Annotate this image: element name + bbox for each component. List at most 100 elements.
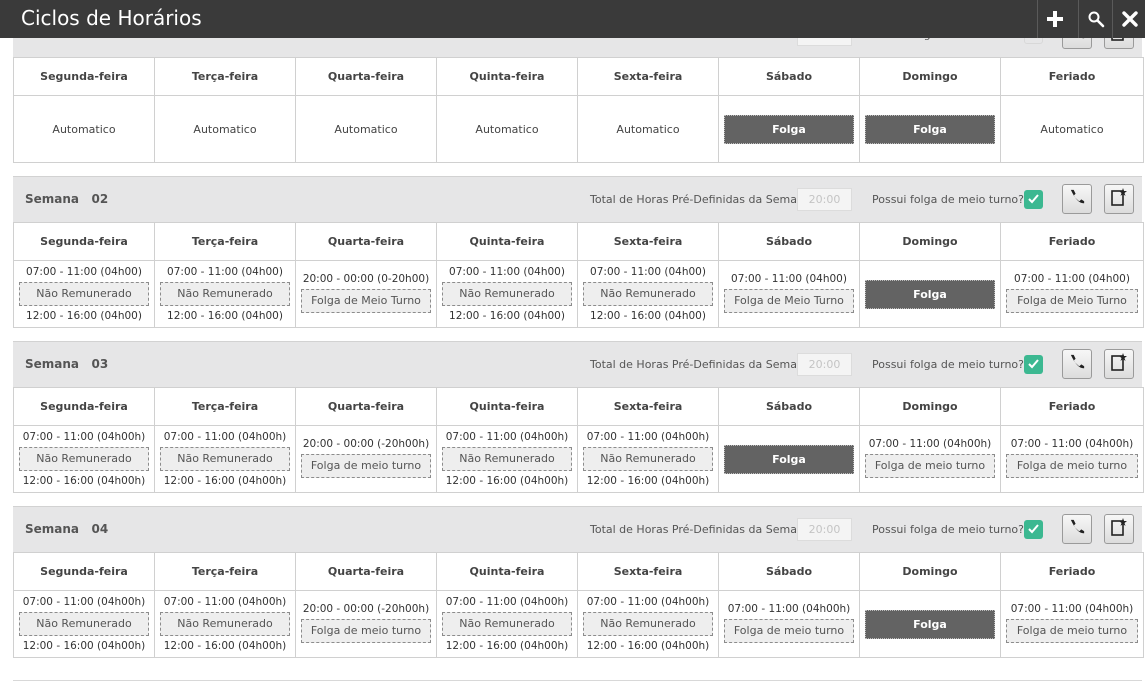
day-cell[interactable]: 07:00 - 11:00 (04h00) Não Remunerado 12:00… [577, 260, 719, 328]
new-document-button[interactable] [1104, 184, 1134, 214]
app-window: Ciclos de Horários Semana 01Total de Hor… [0, 0, 1145, 682]
folga-meio-turno-button[interactable]: Folga de meio turno [301, 619, 431, 643]
title-bar: Ciclos de Horários [0, 0, 1145, 38]
time-range-top: 07:00 - 11:00 (04h00h) [22, 596, 146, 608]
total-hours-input[interactable]: 20:00 [797, 188, 852, 211]
phone-button[interactable] [1062, 349, 1092, 379]
day-cell[interactable]: Automatico [1000, 95, 1144, 163]
new-document-icon [1109, 187, 1129, 211]
day-header: Quarta-feira [295, 57, 437, 96]
folga-meio-turno-button[interactable]: Folga de meio turno [724, 619, 854, 643]
day-cell[interactable]: 07:00 - 11:00 (04h00) Folga de Meio Turno [1000, 260, 1144, 328]
day-header: Quinta-feira [436, 222, 578, 261]
folga-meio-turno-checkbox[interactable] [1024, 355, 1043, 374]
folga-meio-turno-button[interactable]: Folga de Meio Turno [1006, 289, 1138, 313]
day-cell[interactable]: Automatico [13, 95, 155, 163]
day-cell[interactable]: 07:00 - 11:00 (04h00h) Folga de meio turn… [718, 590, 860, 658]
nao-remunerado-button[interactable]: Não Remunerado [19, 612, 149, 636]
day-cell[interactable]: Folga [718, 425, 860, 493]
day-cell[interactable]: 07:00 - 11:00 (04h00h) Não Remunerado 12:0… [436, 590, 578, 658]
folga-meio-turno-button[interactable]: Folga de meio turno [865, 454, 995, 478]
new-document-button[interactable] [1104, 349, 1134, 379]
nao-remunerado-button[interactable]: Não Remunerado [442, 447, 572, 471]
time-range-bottom: 12:00 - 16:00 (04h00h) [586, 640, 710, 652]
day-cell[interactable]: 20:00 - 00:00 (-20h00h) Folga de meio tur… [295, 425, 437, 493]
day-cell[interactable]: Folga [859, 260, 1001, 328]
nao-remunerado-button[interactable]: Não Remunerado [19, 447, 149, 471]
day-cell[interactable]: Automatico [436, 95, 578, 163]
time-range-bottom: 12:00 - 16:00 (04h00h) [163, 640, 287, 652]
schedule-row: 07:00 - 11:00 (04h00) Não Remunerado 12:00… [13, 260, 1144, 328]
folga-meio-turno-checkbox[interactable] [1024, 520, 1043, 539]
day-cell[interactable]: 07:00 - 11:00 (04h00) Folga de Meio Turno [718, 260, 860, 328]
day-cell[interactable]: 07:00 - 11:00 (04h00h) Não Remunerado 12:0… [577, 425, 719, 493]
folga-button[interactable]: Folga [865, 609, 995, 639]
time-range: 07:00 - 11:00 (04h00) [1014, 273, 1130, 285]
day-header: Sábado [718, 222, 860, 261]
day-cell[interactable]: Folga [718, 95, 860, 163]
week-label: Semana 04 [25, 522, 109, 536]
total-hours-label: Total de Horas Pré-Definidas da Semana [590, 193, 811, 206]
day-cell[interactable]: Automatico [154, 95, 296, 163]
day-cell[interactable]: 20:00 - 00:00 (0-20h00) Folga de Meio Tur… [295, 260, 437, 328]
day-cell[interactable]: 20:00 - 00:00 (-20h00h) Folga de meio tur… [295, 590, 437, 658]
phone-button[interactable] [1062, 514, 1092, 544]
day-header-row: Segunda-feira Terça-feira Quarta-feira Quin… [13, 387, 1144, 426]
folga-button[interactable]: Folga [865, 114, 995, 144]
week-schedule-table: Segunda-feira Terça-feira Quarta-feira Quin… [13, 57, 1144, 163]
nao-remunerado-button[interactable]: Não Remunerado [583, 612, 713, 636]
total-hours-label: Total de Horas Pré-Definidas da Semana [590, 358, 811, 371]
folga-meio-turno-button[interactable]: Folga de Meio Turno [301, 289, 431, 313]
day-cell[interactable]: 07:00 - 11:00 (04h00h) Não Remunerado 12:0… [154, 425, 296, 493]
phone-icon [1068, 188, 1086, 210]
nao-remunerado-button[interactable]: Não Remunerado [442, 282, 572, 306]
day-cell[interactable]: 07:00 - 11:00 (04h00) Não Remunerado 12:00… [154, 260, 296, 328]
search-button[interactable] [1078, 0, 1112, 38]
folga-button[interactable]: Folga [724, 444, 854, 474]
day-header: Feriado [1000, 222, 1144, 261]
nao-remunerado-button[interactable]: Não Remunerado [160, 612, 290, 636]
close-button[interactable] [1112, 0, 1145, 38]
day-cell[interactable]: 07:00 - 11:00 (04h00h) Folga de meio turn… [1000, 590, 1144, 658]
day-cell[interactable]: 07:00 - 11:00 (04h00h) Não Remunerado 12:0… [13, 590, 155, 658]
nao-remunerado-button[interactable]: Não Remunerado [160, 282, 290, 306]
day-cell[interactable]: 07:00 - 11:00 (04h00h) Folga de meio turn… [859, 425, 1001, 493]
new-document-button[interactable] [1104, 514, 1134, 544]
nao-remunerado-button[interactable]: Não Remunerado [583, 282, 713, 306]
nao-remunerado-button[interactable]: Não Remunerado [160, 447, 290, 471]
folga-meio-turno-checkbox[interactable] [1024, 190, 1043, 209]
phone-button[interactable] [1062, 184, 1092, 214]
day-cell[interactable]: Folga [859, 95, 1001, 163]
day-cell[interactable]: 07:00 - 11:00 (04h00h) Não Remunerado 12:0… [577, 590, 719, 658]
day-cell[interactable]: Automatico [295, 95, 437, 163]
folga-button[interactable]: Folga [724, 114, 854, 144]
time-range-top: 07:00 - 11:00 (04h00) [26, 266, 142, 278]
total-hours-input[interactable]: 20:00 [797, 518, 852, 541]
phone-icon [1068, 518, 1086, 540]
folga-meio-turno-button[interactable]: Folga de meio turno [1006, 454, 1138, 478]
nao-remunerado-button[interactable]: Não Remunerado [442, 612, 572, 636]
day-cell[interactable]: 07:00 - 11:00 (04h00) Não Remunerado 12:00… [436, 260, 578, 328]
day-cell[interactable]: 07:00 - 11:00 (04h00h) Não Remunerado 12:0… [13, 425, 155, 493]
day-cell[interactable]: 07:00 - 11:00 (04h00h) Não Remunerado 12:0… [436, 425, 578, 493]
time-range-top: 07:00 - 11:00 (04h00h) [586, 596, 710, 608]
folga-meio-turno-button[interactable]: Folga de meio turno [301, 454, 431, 478]
nao-remunerado-button[interactable]: Não Remunerado [583, 447, 713, 471]
time-range-top: 07:00 - 11:00 (04h00h) [586, 431, 710, 443]
day-cell[interactable]: 07:00 - 11:00 (04h00h) Não Remunerado 12:0… [154, 590, 296, 658]
time-range-bottom: 12:00 - 16:00 (04h00h) [445, 475, 569, 487]
total-hours-input[interactable]: 20:00 [797, 353, 852, 376]
day-cell[interactable]: Automatico [577, 95, 719, 163]
day-cell[interactable]: 07:00 - 11:00 (04h00) Não Remunerado 12:00… [13, 260, 155, 328]
add-button[interactable] [1037, 0, 1071, 38]
folga-button[interactable]: Folga [865, 279, 995, 309]
day-cell[interactable]: Folga [859, 590, 1001, 658]
day-header: Domingo [859, 387, 1001, 426]
day-cell[interactable]: 07:00 - 11:00 (04h00h) Folga de meio turn… [1000, 425, 1144, 493]
day-header: Terça-feira [154, 552, 296, 591]
day-header: Segunda-feira [13, 387, 155, 426]
nao-remunerado-button[interactable]: Não Remunerado [19, 282, 149, 306]
week-block: Semana 04 Total de Horas Pré-Definidas da… [13, 506, 1144, 660]
folga-meio-turno-button[interactable]: Folga de meio turno [1006, 619, 1138, 643]
folga-meio-turno-button[interactable]: Folga de Meio Turno [724, 289, 854, 313]
